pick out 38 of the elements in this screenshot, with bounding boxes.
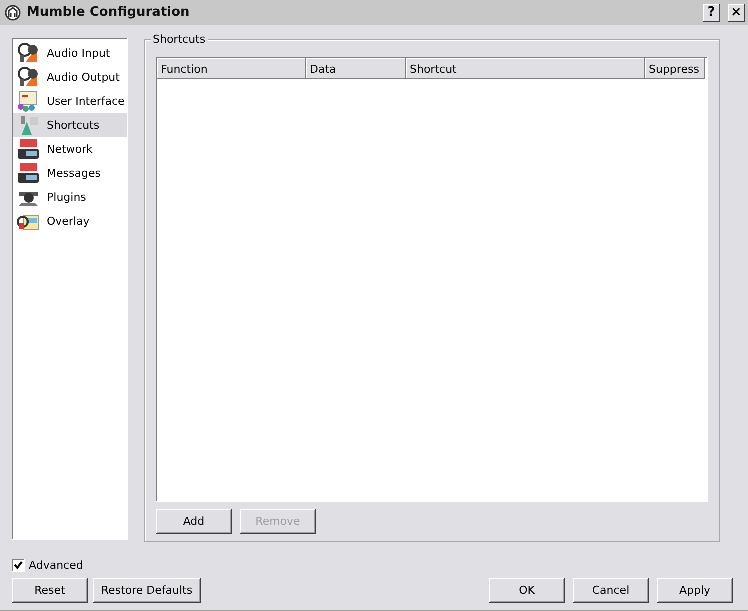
sidebar-label: Plugins: [47, 190, 86, 204]
reset-button[interactable]: Reset: [12, 578, 88, 603]
column-header[interactable]: Suppress: [645, 58, 705, 79]
window-title: Mumble Configuration: [27, 5, 191, 20]
column-header[interactable]: Shortcut: [406, 58, 645, 79]
checkbox[interactable]: [12, 559, 25, 572]
sidebar-label: Shortcuts: [47, 118, 100, 132]
sidebar-item[interactable]: Plugins: [13, 185, 127, 209]
window-icon: [17, 90, 40, 112]
app-logo-icon: [5, 4, 21, 20]
sidebar-item[interactable]: Audio Output: [13, 65, 127, 89]
sidebar-label: Overlay: [47, 214, 90, 228]
headset-icon: [17, 66, 40, 88]
column-header[interactable]: Data: [306, 58, 406, 79]
sidebar-item[interactable]: User Interface: [13, 89, 127, 113]
close-button[interactable]: ×: [728, 4, 745, 22]
sidebar-item[interactable]: Network: [13, 137, 127, 161]
network-icon: [17, 138, 40, 160]
sidebar-item[interactable]: Overlay: [13, 209, 127, 233]
sidebar-label: Audio Input: [47, 46, 110, 60]
add-button[interactable]: Add: [156, 509, 232, 534]
sidebar-label: Messages: [47, 166, 101, 180]
headset-icon: [17, 42, 40, 64]
cancel-button[interactable]: Cancel: [573, 578, 649, 603]
sidebar-item[interactable]: Shortcuts: [13, 113, 127, 137]
sidebar-label: User Interface: [47, 94, 125, 108]
sidebar-label: Network: [47, 142, 93, 156]
ok-button[interactable]: OK: [489, 578, 565, 603]
restore-defaults-button[interactable]: Restore Defaults: [93, 578, 201, 603]
column-header[interactable]: Function: [157, 58, 306, 79]
sidebar-item[interactable]: Audio Input: [13, 41, 127, 65]
network-icon: [17, 162, 40, 184]
checkbox-label: Advanced: [29, 559, 84, 572]
group-title: Shortcuts: [151, 33, 208, 46]
sidebar-item[interactable]: Messages: [13, 161, 127, 185]
sidebar-label: Audio Output: [47, 70, 120, 84]
apply-button[interactable]: Apply: [657, 578, 733, 603]
help-button[interactable]: ?: [703, 4, 720, 22]
